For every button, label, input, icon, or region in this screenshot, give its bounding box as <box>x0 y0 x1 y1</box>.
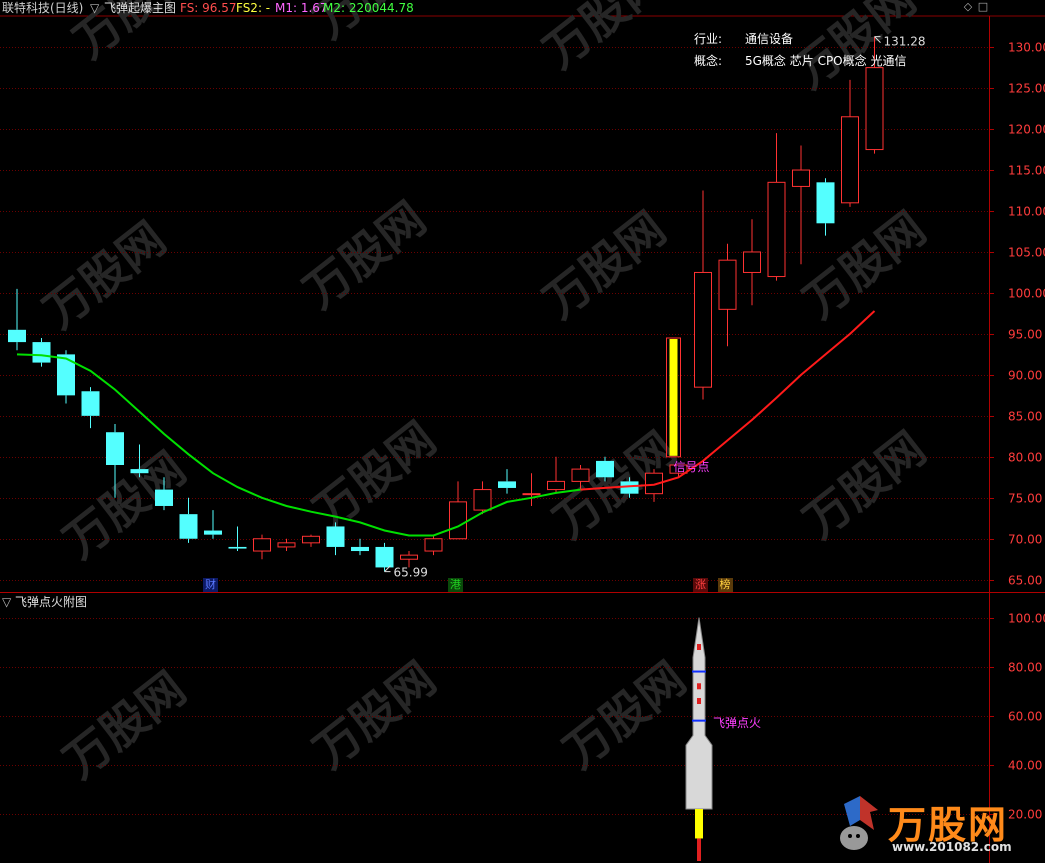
m2-value: M2: 220044.78 <box>323 1 414 15</box>
sub-indicator-name[interactable]: 飞弹点火附图 <box>15 594 87 610</box>
badge-finance[interactable]: 财 <box>203 578 218 592</box>
candle-body-up <box>449 501 467 540</box>
candle-body-up <box>547 480 565 491</box>
sub-tick-label: 40.00 <box>1008 759 1042 773</box>
watermark-text: 万股网 <box>294 191 436 319</box>
badge-hk-connect[interactable]: 港 <box>448 578 463 592</box>
site-logo: 万股网 www.201082.com <box>830 790 1040 858</box>
candle-body-down <box>130 469 149 474</box>
candle-body-up <box>302 535 320 544</box>
main-tick-label: 105.00 <box>1008 246 1045 260</box>
rocket-flame-icon <box>695 809 703 839</box>
watermark-text: 万股网 <box>34 211 176 339</box>
watermark-text: 万股网 <box>534 0 676 79</box>
watermark-text: 万股网 <box>554 651 696 779</box>
sub-signal-label: 飞弹点火 <box>713 716 761 730</box>
low-price-label: 65.99 <box>394 566 428 580</box>
candle-body-down <box>81 391 100 416</box>
main-tick-label: 80.00 <box>1008 451 1042 465</box>
candle-body-down <box>155 489 173 506</box>
candle-body-down <box>498 481 516 488</box>
candle-body-up <box>277 542 296 548</box>
candle-body-up <box>767 181 786 278</box>
logo-mascot-icon <box>840 796 878 850</box>
candle-body-down <box>375 546 394 568</box>
sub-tick-label: 80.00 <box>1008 661 1042 675</box>
main-tick-label: 130.00 <box>1008 41 1045 55</box>
main-tick-label: 90.00 <box>1008 369 1042 383</box>
candle-body-up <box>694 271 712 388</box>
maximize-icon[interactable]: □ <box>977 1 989 13</box>
industry-value: 通信设备 <box>745 32 794 46</box>
industry-key: 行业: <box>694 32 723 46</box>
candle-body-up <box>522 493 541 496</box>
watermark-text: 万股网 <box>54 661 196 789</box>
m1-value: M1: 1.67 <box>275 1 328 15</box>
main-tick-label: 75.00 <box>1008 492 1042 506</box>
candle-body-down <box>351 546 369 552</box>
signal-bar-fill <box>669 339 678 456</box>
rocket-exhaust-icon <box>697 838 701 861</box>
rocket-window-icon <box>697 698 701 704</box>
candle-body-up <box>424 538 443 552</box>
main-tick-label: 115.00 <box>1008 164 1045 178</box>
sub-tick-label: 100.00 <box>1008 612 1045 626</box>
candle-body-up <box>865 67 884 151</box>
fs-value: FS: 96.57 <box>180 1 237 15</box>
watermark-text: 万股网 <box>794 201 936 329</box>
badge-limit-up[interactable]: 涨 <box>693 578 708 592</box>
candle-body-down <box>228 546 247 549</box>
candle-body-down <box>8 329 26 343</box>
main-tick-label: 65.00 <box>1008 574 1042 588</box>
candle-body-down <box>204 530 222 535</box>
candle-body-down <box>816 182 835 224</box>
stock-chart-window: 万股网 万股网 万股网 万股网 万股网 万股网 万股网 万股网 万股网 万股网 万股网 万股网 万股网万… <box>0 0 1045 863</box>
candle-body-up <box>743 251 761 273</box>
main-tick-label: 110.00 <box>1008 205 1045 219</box>
candle-body-up <box>253 538 271 552</box>
fs2-value: FS2: - <box>236 1 271 15</box>
candle-body-up <box>792 169 810 187</box>
sub-tick-label: 60.00 <box>1008 710 1042 724</box>
logo-url: www.201082.com <box>892 840 1012 854</box>
main-tick-label: 85.00 <box>1008 410 1042 424</box>
watermark-text: 万股网 <box>304 651 446 779</box>
watermark-text: 万股网 <box>304 411 446 539</box>
chart-canvas[interactable]: 万股网 万股网 万股网万股网 万股网 万股网 万股网万股网 万股网 万股网 万股网万股网 万股网万… <box>0 0 1045 863</box>
concept-value: 5G概念 芯片 CPO概念 光通信 <box>745 54 907 68</box>
candle-body-up <box>571 468 590 482</box>
rocket-window-icon <box>697 644 701 650</box>
candle-body-up <box>841 116 859 204</box>
main-tick-label: 100.00 <box>1008 287 1045 301</box>
candle-body-down <box>57 354 75 396</box>
main-tick-label: 125.00 <box>1008 82 1045 96</box>
sub-indicator-menu-icon[interactable]: ▽ <box>2 594 11 610</box>
candle-body-down <box>106 432 124 466</box>
watermark-text: 万股网 <box>794 421 936 549</box>
main-indicator-menu-icon[interactable]: ▽ <box>90 0 99 16</box>
watermark-text: 万股网 <box>54 441 196 569</box>
high-price-label: 131.28 <box>884 35 926 49</box>
restore-icon[interactable]: ◇ <box>962 1 974 13</box>
watermark-text: 万股网 <box>784 0 926 99</box>
candle-body-down <box>32 342 51 363</box>
candle-body-down <box>596 460 614 478</box>
watermark-text: 万股网 <box>534 201 676 329</box>
main-indicator-name[interactable]: 飞弹起爆主图 <box>104 0 176 16</box>
main-tick-label: 70.00 <box>1008 533 1042 547</box>
concept-key: 概念: <box>694 54 723 68</box>
badge-ranking[interactable]: 榜 <box>717 578 733 592</box>
candle-body-up <box>400 554 418 560</box>
candle-body-down <box>179 514 198 539</box>
candle-body-up <box>473 489 492 511</box>
main-tick-label: 95.00 <box>1008 328 1042 342</box>
signal-point-label: 信号点 <box>674 460 710 474</box>
main-tick-label: 120.00 <box>1008 123 1045 137</box>
rocket-window-icon <box>697 683 701 690</box>
candle-body-up <box>718 259 737 310</box>
stock-title: 联特科技(日线) <box>2 1 84 15</box>
candle-body-down <box>326 526 345 547</box>
